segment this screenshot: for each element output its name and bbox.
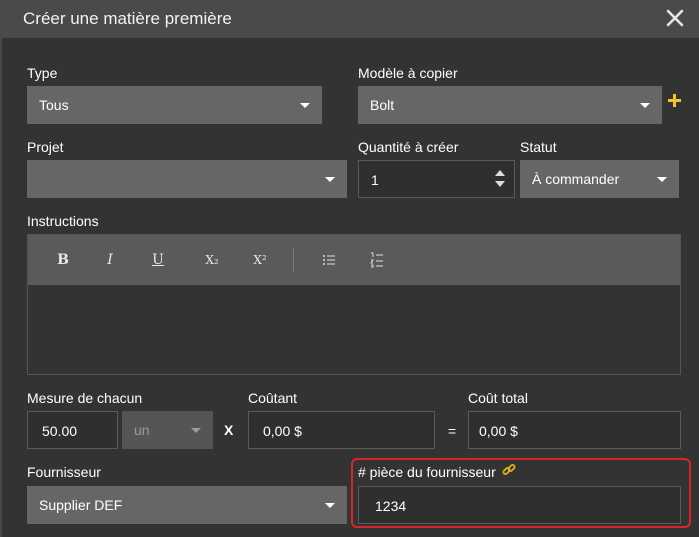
instructions-editor: B I U X₂ X²: [27, 234, 681, 375]
link-icon[interactable]: [502, 463, 516, 477]
underline-button[interactable]: U: [145, 249, 171, 271]
measure-input[interactable]: 50.00: [27, 411, 118, 449]
supplier-part-value: 1234: [375, 498, 407, 514]
toolbar-divider: [293, 247, 294, 273]
status-select[interactable]: À commander: [520, 160, 679, 198]
measure-value: 50.00: [42, 423, 78, 439]
project-label: Projet: [27, 139, 64, 155]
quantity-stepper[interactable]: 1: [358, 160, 515, 198]
subscript-button[interactable]: X₂: [199, 249, 225, 271]
instructions-label: Instructions: [27, 213, 99, 229]
instructions-content[interactable]: [28, 285, 680, 374]
multiply-symbol: X: [224, 422, 234, 438]
spinner-icon[interactable]: [494, 170, 506, 190]
cost-input[interactable]: 0,00 $: [248, 411, 435, 449]
chevron-down-icon: [300, 103, 310, 108]
total-input[interactable]: 0,00 $: [468, 411, 681, 449]
model-select-value: Bolt: [370, 97, 395, 113]
equals-symbol: =: [448, 423, 457, 439]
supplier-select[interactable]: Supplier DEF: [27, 486, 347, 524]
supplier-label: Fournisseur: [27, 464, 101, 480]
dialog-title-bar: Créer une matière première: [2, 0, 699, 38]
supplier-part-label: # pièce du fournisseur: [358, 464, 496, 480]
chevron-down-icon: [657, 177, 667, 182]
quantity-value: 1: [371, 172, 379, 188]
cost-label: Coûtant: [248, 390, 298, 406]
editor-toolbar: B I U X₂ X²: [28, 235, 680, 285]
model-label: Modèle à copier: [358, 65, 458, 81]
status-select-value: À commander: [532, 171, 620, 187]
supplier-part-input[interactable]: 1234: [358, 486, 681, 524]
quantity-label: Quantité à créer: [358, 139, 459, 155]
bold-button[interactable]: B: [50, 249, 76, 271]
type-select-value: Tous: [39, 97, 69, 113]
bullet-list-icon[interactable]: [316, 249, 342, 271]
total-value: 0,00 $: [479, 423, 518, 439]
project-select[interactable]: [27, 160, 347, 198]
type-select[interactable]: Tous: [27, 86, 322, 124]
type-label: Type: [27, 65, 58, 81]
create-raw-material-dialog: Créer une matière première Type Tous Mod…: [0, 0, 699, 537]
chevron-down-icon: [325, 177, 335, 182]
status-label: Statut: [520, 139, 557, 155]
measure-label: Mesure de chacun: [27, 390, 143, 406]
italic-button[interactable]: I: [97, 249, 123, 271]
total-label: Coût total: [468, 390, 528, 406]
numbered-list-icon[interactable]: [364, 249, 390, 271]
cost-value: 0,00 $: [263, 423, 302, 439]
supplier-select-value: Supplier DEF: [39, 497, 123, 513]
model-select[interactable]: Bolt: [358, 86, 662, 124]
spinner-up-icon[interactable]: [495, 170, 505, 176]
superscript-button[interactable]: X²: [247, 249, 273, 271]
chevron-down-icon: [640, 103, 650, 108]
close-icon[interactable]: [663, 6, 687, 30]
unit-select-value: un: [134, 422, 150, 438]
dialog-title: Créer une matière première: [23, 9, 232, 28]
chevron-down-icon: [191, 428, 201, 433]
add-icon[interactable]: [667, 93, 683, 109]
spinner-down-icon[interactable]: [495, 181, 505, 187]
unit-select[interactable]: un: [122, 411, 213, 449]
chevron-down-icon: [325, 503, 335, 508]
